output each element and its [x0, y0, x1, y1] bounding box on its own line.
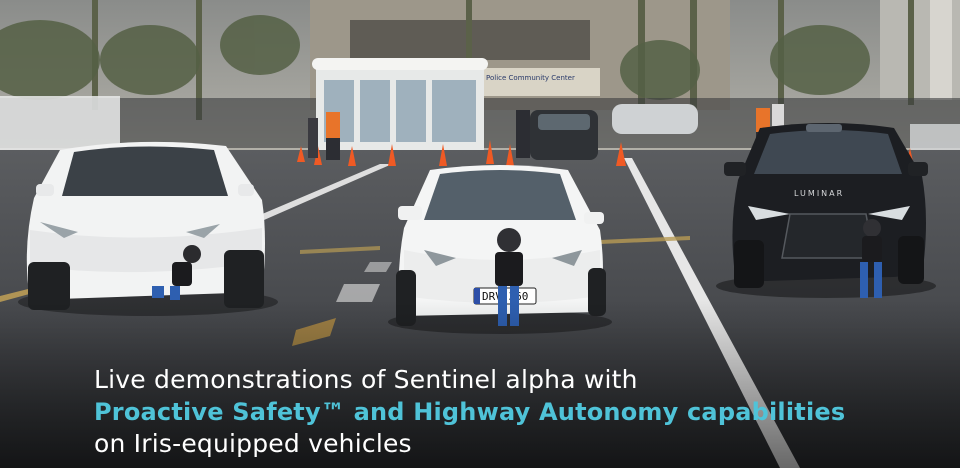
- hood-brand-text: LUMINAR: [794, 189, 844, 198]
- caption-line-3: on Iris-equipped vehicles: [94, 429, 412, 458]
- white-sedan-left: [18, 141, 278, 316]
- grille: [781, 213, 875, 259]
- building-sign: Police Community Center: [486, 74, 575, 82]
- caption: Live demonstrations of Sentinel alpha wi…: [94, 364, 934, 460]
- caption-highlight: Proactive Safety™ and Highway Autonomy c…: [94, 398, 846, 426]
- caption-line-1: Live demonstrations of Sentinel alpha wi…: [94, 365, 638, 394]
- demo-photo: Police Community Center DRV LUMINAR Live…: [0, 0, 960, 468]
